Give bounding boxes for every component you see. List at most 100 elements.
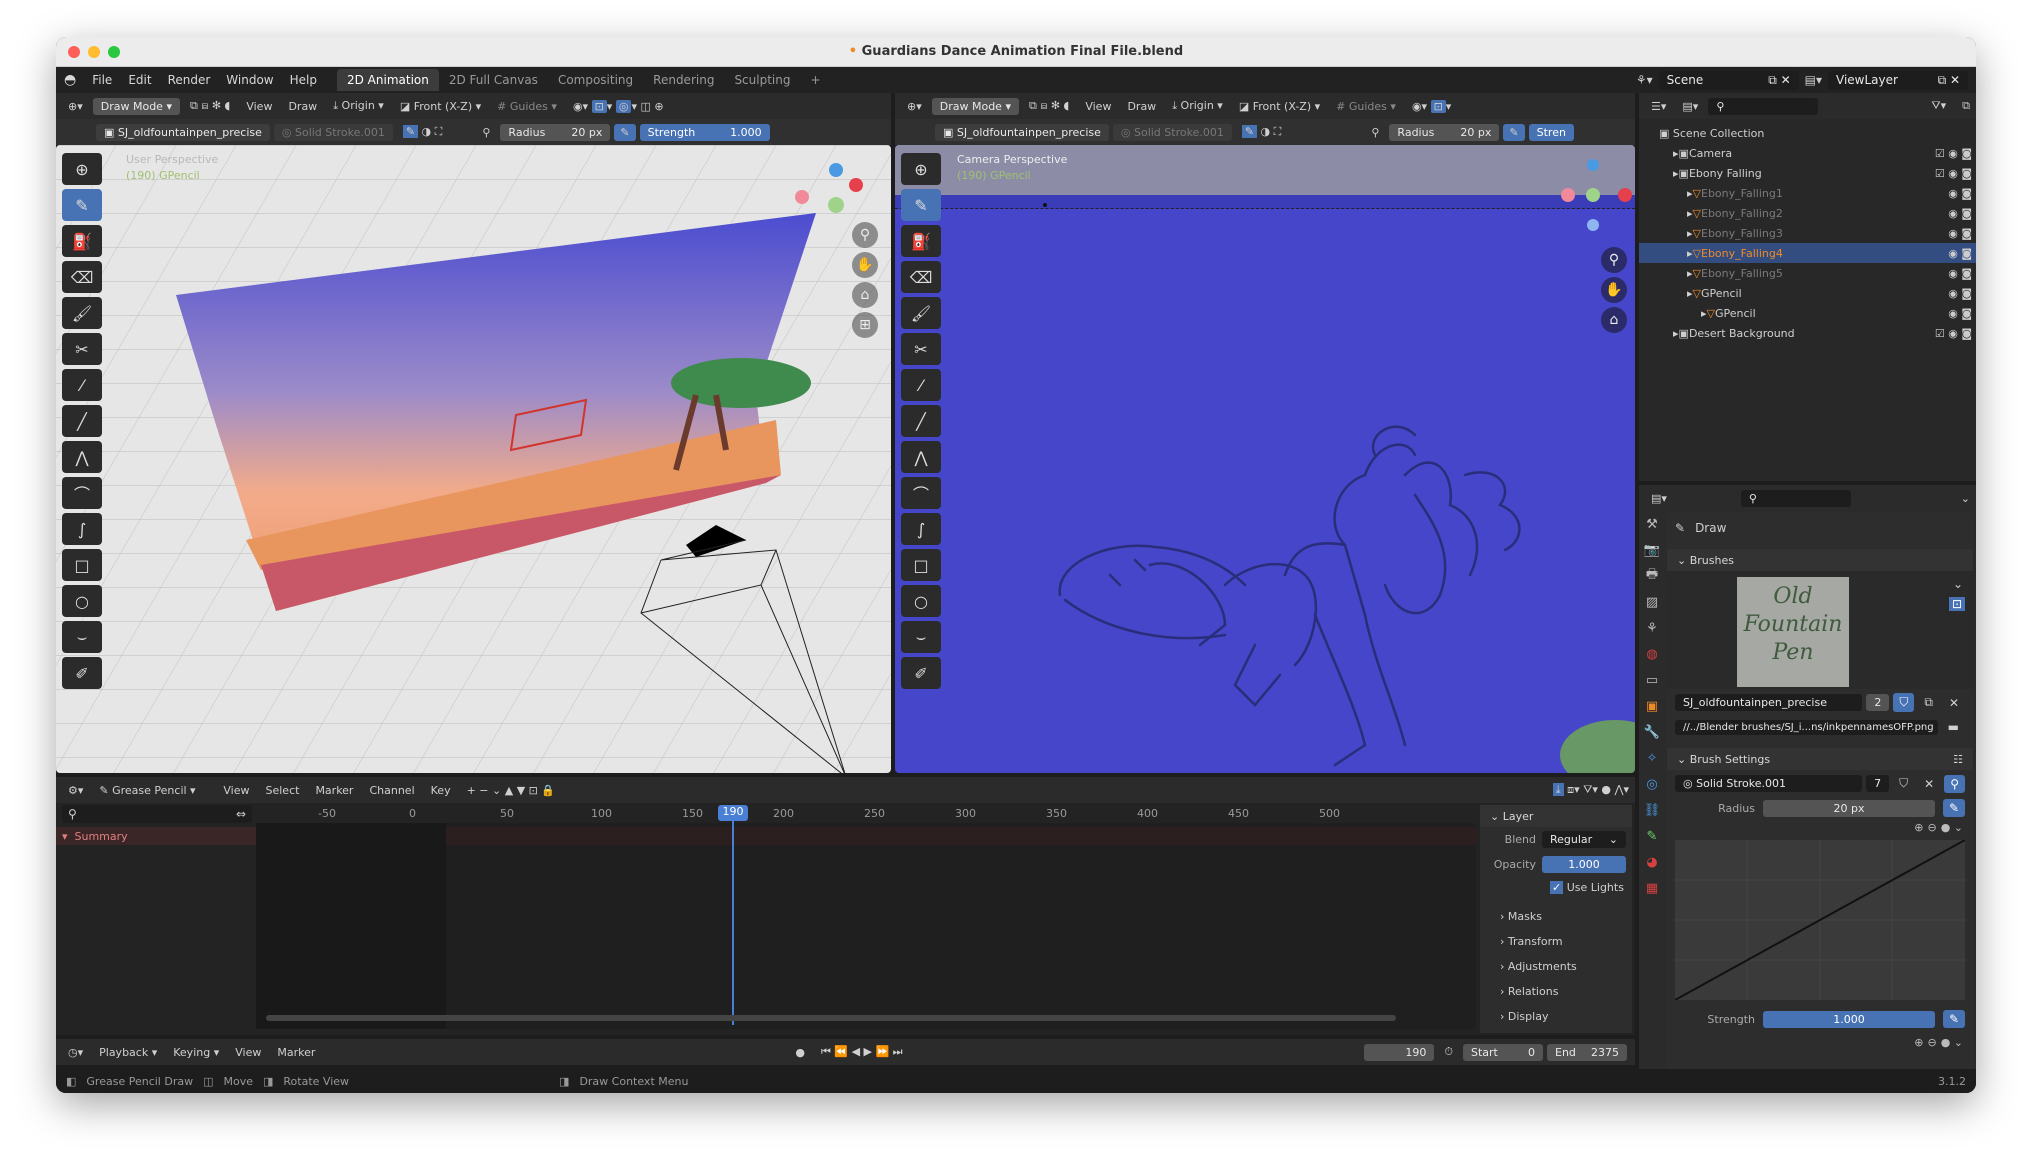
scene-selector[interactable]: Scene ⧉ ✕ (1658, 70, 1799, 90)
zoom-icon-2[interactable]: ⚲ (1601, 247, 1627, 273)
visibility-toggles[interactable]: ☑ ◉ ◙ (1935, 147, 1972, 160)
draw-menu[interactable]: Draw (282, 98, 323, 115)
folder-icon[interactable]: ▬ (1942, 718, 1965, 736)
strength-field[interactable]: Strength 1.000 (639, 123, 770, 141)
gizmo-z[interactable] (829, 163, 843, 177)
visibility-toggles[interactable]: ◉ ◙ (1948, 227, 1972, 240)
close-window-button[interactable] (68, 46, 80, 58)
dopesheet-mode-dropdown[interactable]: ✎ Grease Pencil ▾ (93, 782, 213, 799)
layer-icons[interactable]: ⧉ ⧈ ✻ ◖ (184, 97, 236, 115)
view-layer-tab-icon[interactable]: ▨ (1641, 591, 1663, 613)
render-tab-icon[interactable]: 📷 (1641, 539, 1663, 561)
view-menu[interactable]: View (240, 98, 278, 115)
erase-tool-icon-2[interactable]: ⌫ (901, 261, 941, 293)
pin-icon-2[interactable]: ⚲ (1365, 124, 1385, 141)
preview-range-icon[interactable]: ⏱ (1438, 1043, 1459, 1061)
tab-compositing[interactable]: Compositing (548, 69, 643, 91)
material-fake-user-icon[interactable]: ⛉ (1893, 774, 1914, 793)
data-tab-icon[interactable]: ✎ (1641, 825, 1663, 847)
opacity-field[interactable]: 1.000 (1542, 856, 1626, 873)
visibility-toggles[interactable]: ◉ ◙ (1948, 207, 1972, 220)
scene-collection-row[interactable]: ▣ Scene Collection (1639, 123, 1976, 143)
material-field[interactable]: ◎ Solid Stroke.001 (1675, 775, 1863, 792)
radius-field[interactable]: Radius 20 px (500, 123, 611, 141)
polyline-tool-icon[interactable]: ⋀ (62, 441, 102, 473)
view-menu-2[interactable]: View (1079, 98, 1117, 115)
blender-logo-icon[interactable]: ◓ (56, 72, 84, 88)
curve-options-icon[interactable]: ● ⌄ (1941, 821, 1963, 834)
pressure-curve-widget[interactable] (1675, 840, 1965, 1000)
unlink-brush-icon[interactable]: ✕ (1943, 694, 1965, 712)
effects-tab-icon[interactable]: ✧ (1641, 747, 1663, 769)
current-frame-field[interactable]: 190 (1364, 1043, 1435, 1061)
layer-subpanel-adjustments[interactable]: › Adjustments (1500, 954, 1632, 979)
layer-subpanel-relations[interactable]: › Relations (1500, 979, 1632, 1004)
origin-dropdown[interactable]: ⤓ Origin ▾ (327, 97, 390, 115)
outliner-item[interactable]: ▸ ▽ Ebony_Falling5 ◉ ◙ (1639, 263, 1976, 283)
start-frame-field[interactable]: Start 0 (1463, 1043, 1543, 1061)
brush-name-field[interactable]: SJ_oldfountainpen_precise (1675, 694, 1863, 711)
arc-tool-icon-2[interactable]: ⌒ (901, 477, 941, 509)
draw-tool-icon[interactable]: ✎ (62, 189, 102, 221)
curve-tool-icon-2[interactable]: ∫ (901, 513, 941, 545)
camera-view-icon[interactable]: ⌂ (852, 282, 878, 308)
menu-file[interactable]: File (84, 73, 120, 87)
end-frame-field[interactable]: End 2375 (1547, 1043, 1627, 1061)
strength-pressure-icon[interactable]: ✎ (1942, 1010, 1965, 1028)
gizmo-x-neg[interactable] (795, 190, 809, 204)
cursor-tool-icon[interactable]: ⊕ (62, 153, 102, 185)
duplicate-brush-icon[interactable]: ⧉ (1918, 693, 1939, 712)
overlay-icons[interactable]: ◉▾ ⊡ ▾ ◎ ▾ ◫ ⊕ (567, 98, 670, 115)
line-tool-icon[interactable]: ╱ (62, 405, 102, 437)
minimize-window-button[interactable] (88, 46, 100, 58)
dopesheet-menu-select[interactable]: Select (260, 782, 306, 799)
zoom-icon[interactable]: ⚲ (852, 222, 878, 248)
pressure-icon[interactable]: ✎ (614, 123, 636, 141)
cutter-tool-icon[interactable]: ✂ (62, 333, 102, 365)
brush-icon-path-field[interactable]: //../Blender brushes/SJ_i...ns/inkpennam… (1675, 719, 1938, 735)
timeline-editor-icon[interactable]: ◷▾ (62, 1044, 89, 1061)
circle-tool-icon[interactable]: ○ (62, 585, 102, 617)
view-layer-selector[interactable]: ViewLayer ⧉ ✕ (1828, 70, 1968, 90)
properties-search[interactable]: ⚲ (1740, 489, 1851, 507)
dopesheet-timeline-area[interactable]: -50 0 50 100 150 200 250 300 350 400 450 500 190 (256, 805, 1476, 1029)
horizontal-scrollbar[interactable] (266, 1015, 1396, 1021)
pressure-icon-2[interactable]: ✎ (1503, 123, 1525, 141)
brushes-panel-header[interactable]: ⌄ Brushes (1667, 549, 1973, 571)
brush-selector[interactable]: ▣ SJ_oldfountainpen_precise (96, 123, 270, 141)
zoom-out-curve-icon-2[interactable]: ⊖ (1927, 1036, 1936, 1049)
timeline-marker-menu[interactable]: Marker (271, 1044, 321, 1061)
tab-2d-full-canvas[interactable]: 2D Full Canvas (439, 69, 548, 91)
material-users[interactable]: 7 (1866, 775, 1890, 792)
right-camera-viewport[interactable]: Camera Perspective (190) GPencil ⊕ ✎ ⛽ ⌫… (895, 145, 1635, 773)
fill-tool-icon-2[interactable]: ⛽ (901, 225, 941, 257)
gizmo-y[interactable] (828, 197, 844, 213)
pin-icons-2[interactable]: ✎ ◑ ⛶ (1236, 123, 1288, 141)
visibility-toggles[interactable]: ◉ ◙ (1948, 247, 1972, 260)
mode-dropdown-2[interactable]: Draw Mode ▾ (931, 97, 1019, 115)
pan-hand-icon-2[interactable]: ✋ (1601, 277, 1627, 303)
visibility-toggles[interactable]: ◉ ◙ (1948, 307, 1972, 320)
dopesheet-filter-icons[interactable]: ⤓ ⧈▾ ⛛▾ ● ⋀▾ (1547, 781, 1635, 799)
guides-dropdown-2[interactable]: # Guides ▾ (1330, 98, 1402, 115)
texture-tab-icon[interactable]: ▦ (1641, 877, 1663, 899)
left-3d-viewport[interactable]: User Perspective (190) GPencil ⊕ ✎ ⛽ ⌫ 🖌… (56, 145, 891, 773)
pin-icon[interactable]: ⚲ (476, 124, 496, 141)
add-workspace-button[interactable]: + (800, 69, 830, 91)
annotate-tool-icon[interactable]: ✐ (62, 657, 102, 689)
origin-dropdown-2[interactable]: ⤓ Origin ▾ (1166, 97, 1229, 115)
playhead-line[interactable] (732, 805, 734, 1025)
properties-options-icon[interactable]: ⌄ (1955, 490, 1976, 507)
zoom-window-button[interactable] (108, 46, 120, 58)
properties-editor-icon[interactable]: ▤▾ (1645, 490, 1673, 507)
collection-tab-icon[interactable]: ▭ (1641, 669, 1663, 691)
layer-subpanel-display[interactable]: › Display (1500, 1004, 1632, 1029)
visibility-toggles[interactable]: ☑ ◉ ◙ (1935, 327, 1972, 340)
layer-icons-2[interactable]: ⧉ ⧈ ✻ ◖ (1023, 97, 1075, 115)
menu-window[interactable]: Window (218, 73, 281, 87)
outliner-item[interactable]: ▸ ▣ Desert Background ☑ ◉ ◙ (1639, 323, 1976, 343)
guides-dropdown[interactable]: # Guides ▾ (491, 98, 563, 115)
menu-render[interactable]: Render (160, 73, 219, 87)
playback-controls[interactable]: ⏮ ⏪ ◀ ▶ ⏩ ⏭ (815, 1043, 909, 1061)
outliner-item[interactable]: ▸ ▽ Ebony_Falling4 ◉ ◙ (1639, 243, 1976, 263)
